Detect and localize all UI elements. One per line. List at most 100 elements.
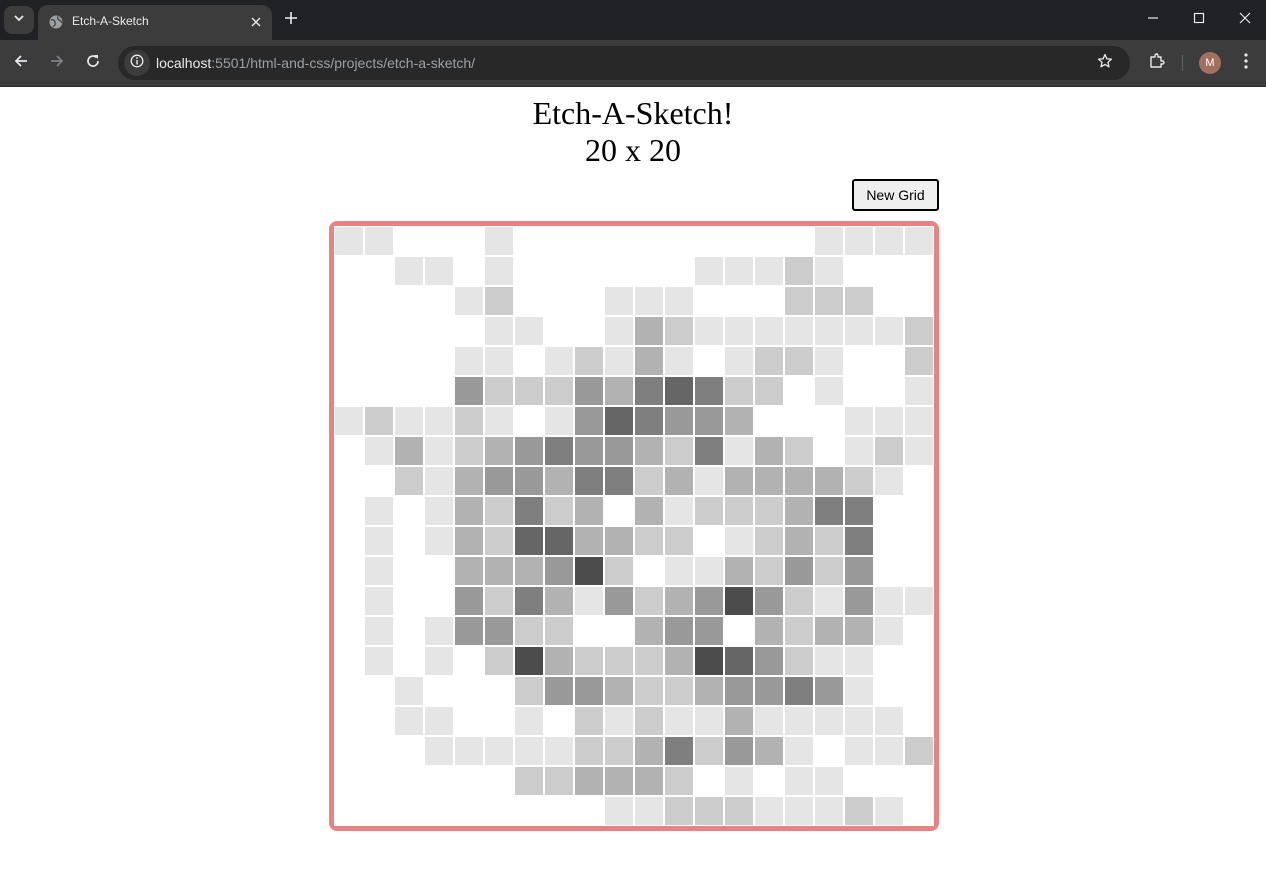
grid-cell[interactable] <box>874 646 904 676</box>
grid-cell[interactable] <box>754 496 784 526</box>
grid-cell[interactable] <box>664 436 694 466</box>
grid-cell[interactable] <box>364 766 394 796</box>
grid-cell[interactable] <box>364 586 394 616</box>
grid-cell[interactable] <box>754 226 784 256</box>
grid-cell[interactable] <box>904 556 934 586</box>
grid-cell[interactable] <box>874 526 904 556</box>
grid-cell[interactable] <box>514 736 544 766</box>
grid-cell[interactable] <box>844 646 874 676</box>
grid-cell[interactable] <box>484 616 514 646</box>
grid-cell[interactable] <box>394 466 424 496</box>
grid-cell[interactable] <box>904 226 934 256</box>
grid-cell[interactable] <box>574 466 604 496</box>
grid-cell[interactable] <box>844 406 874 436</box>
grid-cell[interactable] <box>844 286 874 316</box>
grid-cell[interactable] <box>844 466 874 496</box>
grid-cell[interactable] <box>754 256 784 286</box>
grid-cell[interactable] <box>364 646 394 676</box>
grid-cell[interactable] <box>784 376 814 406</box>
grid-cell[interactable] <box>514 376 544 406</box>
bookmark-button[interactable] <box>1094 52 1116 74</box>
grid-cell[interactable] <box>844 556 874 586</box>
browser-menu-button[interactable] <box>1234 48 1258 78</box>
grid-cell[interactable] <box>364 286 394 316</box>
grid-cell[interactable] <box>514 466 544 496</box>
grid-cell[interactable] <box>544 256 574 286</box>
grid-cell[interactable] <box>754 316 784 346</box>
grid-cell[interactable] <box>844 586 874 616</box>
grid-cell[interactable] <box>724 256 754 286</box>
browser-tab[interactable]: Etch-A-Sketch <box>38 5 272 40</box>
grid-cell[interactable] <box>784 226 814 256</box>
grid-cell[interactable] <box>544 706 574 736</box>
grid-cell[interactable] <box>814 796 844 826</box>
grid-cell[interactable] <box>874 226 904 256</box>
grid-cell[interactable] <box>334 376 364 406</box>
grid-cell[interactable] <box>454 256 484 286</box>
new-tab-button[interactable] <box>280 9 302 31</box>
grid-cell[interactable] <box>874 376 904 406</box>
grid-cell[interactable] <box>334 286 364 316</box>
grid-cell[interactable] <box>754 376 784 406</box>
grid-cell[interactable] <box>364 346 394 376</box>
grid-cell[interactable] <box>874 586 904 616</box>
grid-cell[interactable] <box>724 406 754 436</box>
grid-cell[interactable] <box>484 226 514 256</box>
grid-cell[interactable] <box>424 736 454 766</box>
grid-cell[interactable] <box>784 706 814 736</box>
grid-cell[interactable] <box>664 496 694 526</box>
grid-cell[interactable] <box>814 736 844 766</box>
grid-cell[interactable] <box>574 676 604 706</box>
grid-cell[interactable] <box>484 496 514 526</box>
grid-cell[interactable] <box>634 766 664 796</box>
grid-cell[interactable] <box>724 496 754 526</box>
grid-cell[interactable] <box>544 496 574 526</box>
grid-cell[interactable] <box>904 526 934 556</box>
grid-cell[interactable] <box>694 256 724 286</box>
grid-cell[interactable] <box>574 706 604 736</box>
grid-cell[interactable] <box>604 556 634 586</box>
grid-cell[interactable] <box>334 766 364 796</box>
grid-cell[interactable] <box>664 586 694 616</box>
grid-cell[interactable] <box>664 796 694 826</box>
grid-cell[interactable] <box>814 256 844 286</box>
grid-cell[interactable] <box>904 316 934 346</box>
grid-cell[interactable] <box>454 436 484 466</box>
grid-cell[interactable] <box>634 226 664 256</box>
grid-cell[interactable] <box>574 346 604 376</box>
tab-search-button[interactable] <box>4 6 34 34</box>
grid-cell[interactable] <box>544 316 574 346</box>
grid-cell[interactable] <box>514 616 544 646</box>
grid-cell[interactable] <box>574 226 604 256</box>
grid-cell[interactable] <box>844 496 874 526</box>
grid-cell[interactable] <box>604 406 634 436</box>
grid-cell[interactable] <box>424 706 454 736</box>
grid-cell[interactable] <box>664 466 694 496</box>
grid-cell[interactable] <box>664 616 694 646</box>
grid-cell[interactable] <box>754 556 784 586</box>
grid-cell[interactable] <box>604 286 634 316</box>
grid-cell[interactable] <box>364 376 394 406</box>
grid-cell[interactable] <box>904 286 934 316</box>
grid-cell[interactable] <box>574 436 604 466</box>
grid-cell[interactable] <box>754 736 784 766</box>
grid-cell[interactable] <box>844 706 874 736</box>
grid-cell[interactable] <box>664 286 694 316</box>
grid-cell[interactable] <box>874 496 904 526</box>
grid-cell[interactable] <box>784 616 814 646</box>
grid-cell[interactable] <box>604 226 634 256</box>
grid-cell[interactable] <box>874 436 904 466</box>
grid-cell[interactable] <box>454 766 484 796</box>
grid-cell[interactable] <box>664 676 694 706</box>
grid-cell[interactable] <box>694 406 724 436</box>
grid-cell[interactable] <box>604 646 634 676</box>
grid-cell[interactable] <box>514 406 544 436</box>
grid-cell[interactable] <box>394 676 424 706</box>
grid-cell[interactable] <box>334 736 364 766</box>
grid-cell[interactable] <box>844 436 874 466</box>
grid-cell[interactable] <box>514 646 544 676</box>
grid-cell[interactable] <box>454 376 484 406</box>
grid-cell[interactable] <box>724 376 754 406</box>
grid-cell[interactable] <box>544 556 574 586</box>
grid-cell[interactable] <box>574 646 604 676</box>
